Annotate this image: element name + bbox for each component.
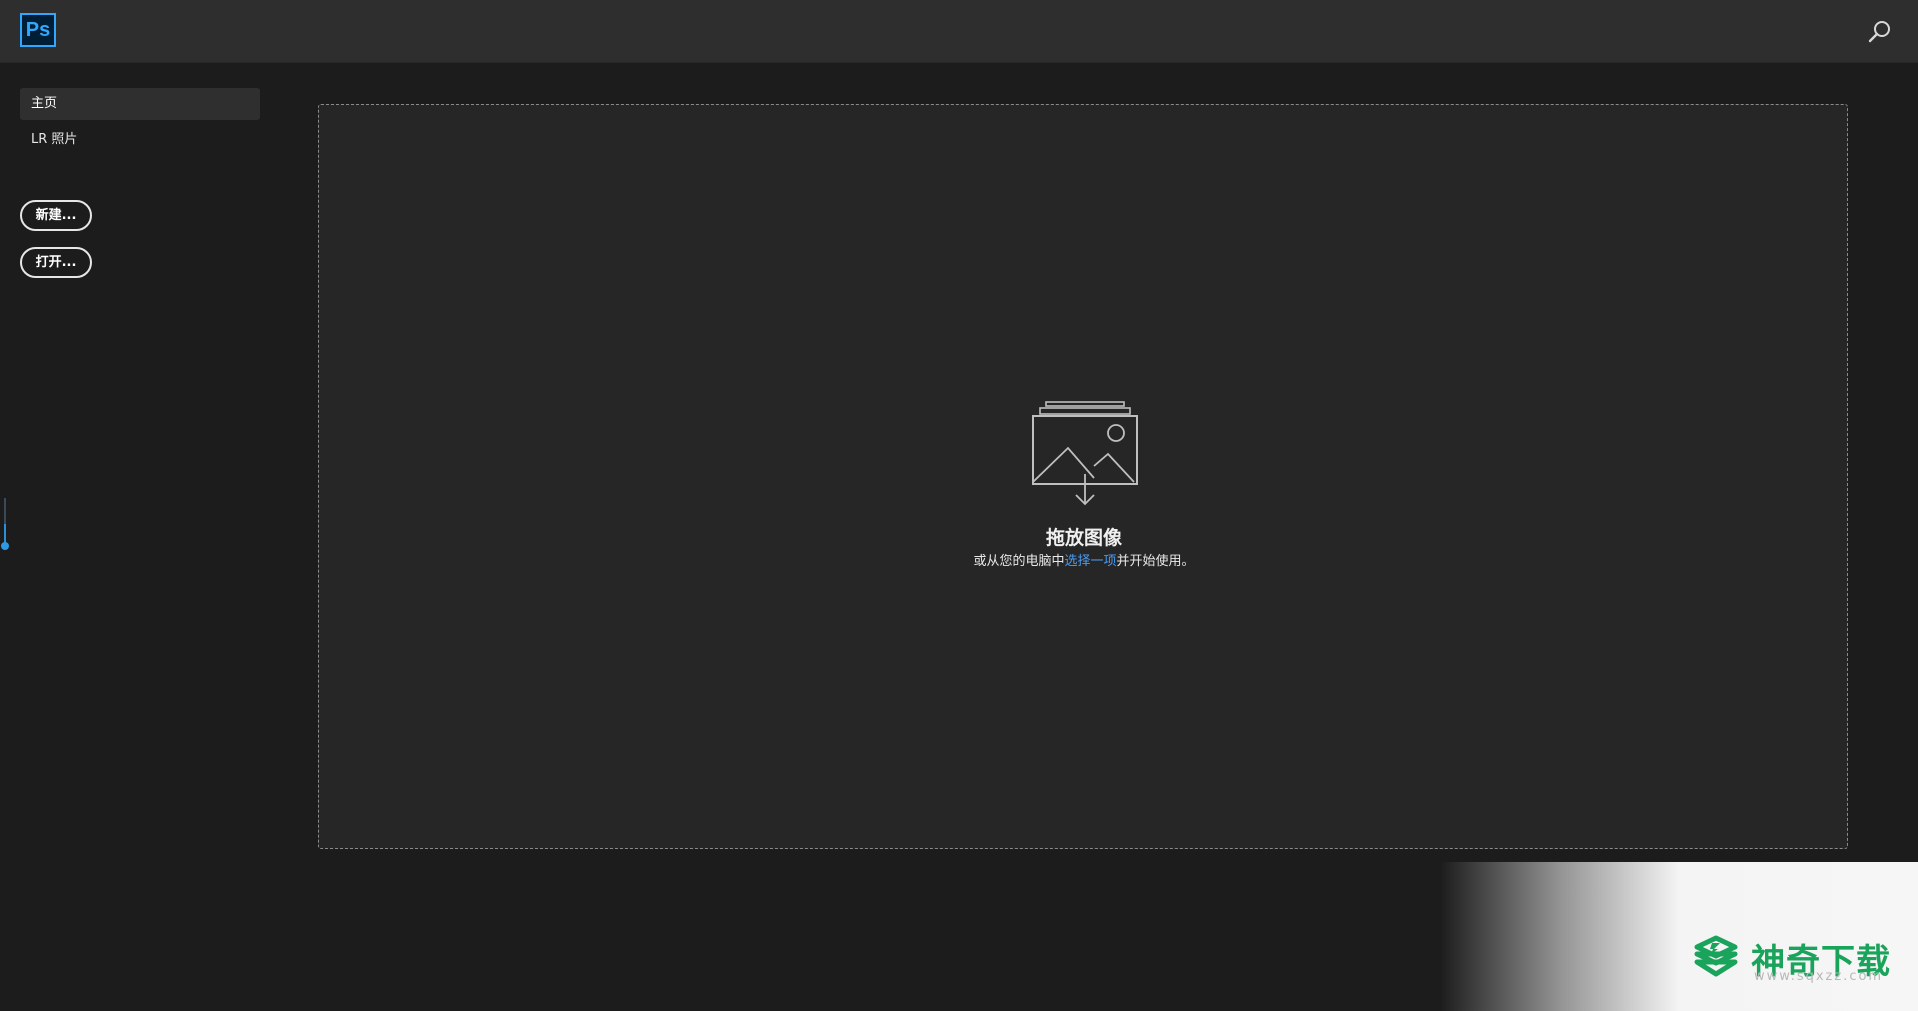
sidebar-item-lr-photos[interactable]: LR 照片 (20, 124, 260, 156)
watermark: 神奇下载 www.sqxzz.com (1440, 862, 1918, 1011)
slider-handle[interactable] (1, 542, 9, 550)
search-icon (1868, 21, 1890, 43)
drop-subtitle-suffix: 并开始使用。 (1116, 554, 1195, 569)
sidebar-item-home[interactable]: 主页 (20, 88, 260, 120)
top-bar: Ps (0, 0, 1918, 63)
box-logo-icon (1694, 935, 1738, 977)
drop-subtitle: 或从您的电脑中选择一项并开始使用。 (319, 550, 1849, 569)
image-stack-download-icon (1032, 401, 1138, 506)
drop-title: 拖放图像 (1045, 527, 1122, 549)
drop-zone[interactable]: 拖放图像 或从您的电脑中选择一项并开始使用。 (318, 104, 1848, 849)
sidebar: 主页 LR 照片 新建... 打开... (0, 63, 280, 1011)
search-button[interactable] (1866, 18, 1894, 46)
watermark-url: www.sqxzz.com (1754, 969, 1884, 984)
side-slider[interactable] (1, 498, 9, 550)
drop-subtitle-prefix: 或从您的电脑中 (973, 554, 1065, 569)
open-button[interactable]: 打开... (20, 247, 92, 278)
photoshop-home-screen: Ps 主页 LR 照片 新建... 打开... 拖放图像 或从您的电脑中选择一项… (0, 0, 1918, 1011)
photoshop-logo: Ps (20, 13, 56, 47)
new-button[interactable]: 新建... (20, 200, 92, 231)
select-file-link[interactable]: 选择一项 (1064, 554, 1116, 569)
